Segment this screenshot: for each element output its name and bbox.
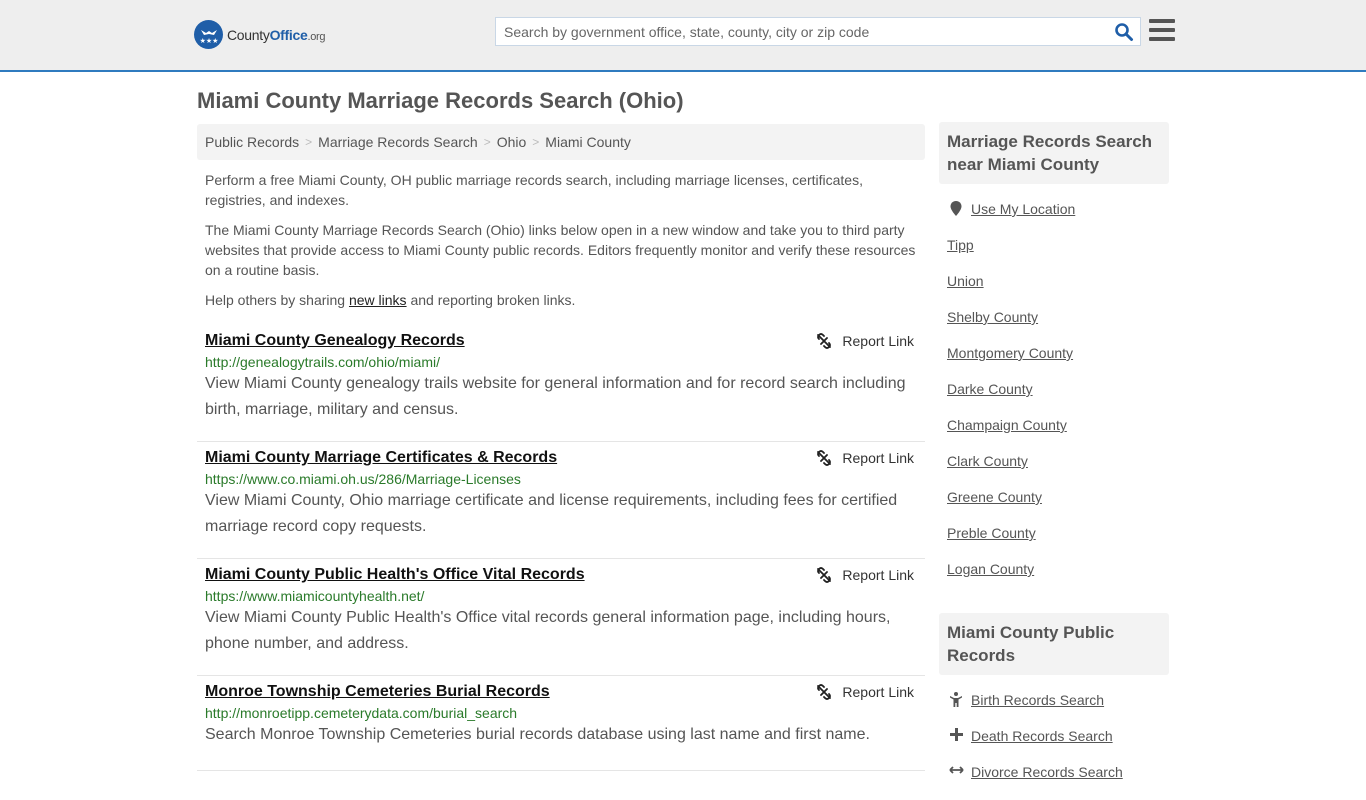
breadcrumb-marriage-records-search[interactable]: Marriage Records Search [318,134,478,150]
new-links-link[interactable]: new links [349,292,407,308]
search-input[interactable] [496,18,1096,45]
hamburger-menu-icon[interactable] [1149,19,1175,41]
nearby-item: Darke County [947,381,1161,417]
breadcrumb: Public Records > Marriage Records Search… [197,124,925,160]
search-icon[interactable] [1114,22,1134,42]
result-url: http://monroetipp.cemeterydata.com/buria… [205,705,518,721]
svg-text:★★★: ★★★ [199,37,218,45]
result-url: http://genealogytrails.com/ohio/miami/ [205,354,440,370]
page-title: Miami County Marriage Records Search (Oh… [197,88,684,113]
nearby-list: Use My Location Tipp Union Shelby County… [939,201,1169,597]
eagle-logo-icon: ★★★ [194,20,223,49]
result-title-link[interactable]: Miami County Public Health's Office Vita… [205,566,585,584]
public-record-item: Birth Records Search [947,692,1161,728]
nearby-item: Shelby County [947,309,1161,345]
nearby-link-tipp[interactable]: Tipp [947,237,974,253]
nearby-item: Preble County [947,525,1161,561]
nearby-item: Montgomery County [947,345,1161,381]
broken-link-icon [817,567,832,583]
breadcrumb-separator: > [305,135,313,149]
breadcrumb-ohio[interactable]: Ohio [497,134,527,150]
result-title-link[interactable]: Miami County Genealogy Records [205,332,465,350]
nearby-link-logan-county[interactable]: Logan County [947,561,1034,577]
result-url: https://www.miamicountyhealth.net/ [205,588,425,604]
death-records-search-link[interactable]: Death Records Search [971,728,1113,744]
nearby-link-montgomery-county[interactable]: Montgomery County [947,345,1073,361]
result-url: https://www.co.miami.oh.us/286/Marriage-… [205,471,521,487]
nearby-link-union[interactable]: Union [947,273,984,289]
use-my-location-link[interactable]: Use My Location [971,201,1075,217]
result-description: Search Monroe Township Cemeteries burial… [205,726,870,743]
nearby-item: Clark County [947,453,1161,489]
report-link-button[interactable]: Report Link [816,684,914,700]
search-box [495,17,1141,46]
nearby-link-shelby-county[interactable]: Shelby County [947,309,1038,325]
intro-text: Perform a free Miami County, OH public m… [205,170,923,320]
broken-link-icon [817,450,832,466]
result-description: View Miami County Public Health's Office… [205,609,891,652]
public-records-heading: Miami County Public Records [939,613,1169,675]
broken-link-icon [817,333,832,349]
nearby-item: Logan County [947,561,1161,597]
public-records-list: Birth Records Search Death Records Searc… [939,692,1169,800]
result-item: Monroe Township Cemeteries Burial Record… [197,676,925,771]
breadcrumb-separator: > [483,135,491,149]
divorce-records-search-link[interactable]: Divorce Records Search [971,764,1123,780]
public-record-item: Divorce Records Search [947,764,1161,800]
results-list: Miami County Genealogy Records Report Li… [197,325,925,771]
result-title-link[interactable]: Monroe Township Cemeteries Burial Record… [205,683,550,701]
birth-records-search-link[interactable]: Birth Records Search [971,692,1104,708]
nearby-link-champaign-county[interactable]: Champaign County [947,417,1067,433]
site-header: ★★★ CountyOffice.org [0,0,1366,72]
nearby-link-greene-county[interactable]: Greene County [947,489,1042,505]
result-title-link[interactable]: Miami County Marriage Certificates & Rec… [205,449,557,467]
result-description: View Miami County genealogy trails websi… [205,375,906,418]
share-paragraph: Help others by sharing new links and rep… [205,292,576,308]
logo-text: CountyOffice.org [227,26,326,43]
nearby-item: Greene County [947,489,1161,525]
site-logo[interactable]: ★★★ CountyOffice.org [194,20,326,49]
arrows-icon [947,764,965,776]
nearby-item: Tipp [947,237,1161,273]
nearby-item: Champaign County [947,417,1161,453]
report-link-button[interactable]: Report Link [816,450,914,466]
report-link-button[interactable]: Report Link [816,567,914,583]
intro-paragraph: Perform a free Miami County, OH public m… [205,172,863,208]
breadcrumb-public-records[interactable]: Public Records [205,134,299,150]
result-item: Miami County Marriage Certificates & Rec… [197,442,925,559]
breadcrumb-separator: > [532,135,540,149]
nearby-link-clark-county[interactable]: Clark County [947,453,1028,469]
result-description: View Miami County, Ohio marriage certifi… [205,492,898,535]
cross-icon [947,728,965,741]
public-record-item: Death Records Search [947,728,1161,764]
report-link-button[interactable]: Report Link [816,333,914,349]
child-icon [947,692,965,707]
sidebar: Marriage Records Search near Miami Count… [939,122,1169,800]
result-item: Miami County Genealogy Records Report Li… [197,325,925,442]
map-marker-icon [947,201,965,216]
result-item: Miami County Public Health's Office Vita… [197,559,925,676]
nearby-link-preble-county[interactable]: Preble County [947,525,1036,541]
disclaimer-paragraph: The Miami County Marriage Records Search… [205,222,916,278]
breadcrumb-miami-county[interactable]: Miami County [545,134,631,150]
nearby-heading: Marriage Records Search near Miami Count… [939,122,1169,184]
nearby-link-darke-county[interactable]: Darke County [947,381,1033,397]
nearby-item: Union [947,273,1161,309]
use-location-item: Use My Location [947,201,1161,237]
broken-link-icon [817,684,832,700]
